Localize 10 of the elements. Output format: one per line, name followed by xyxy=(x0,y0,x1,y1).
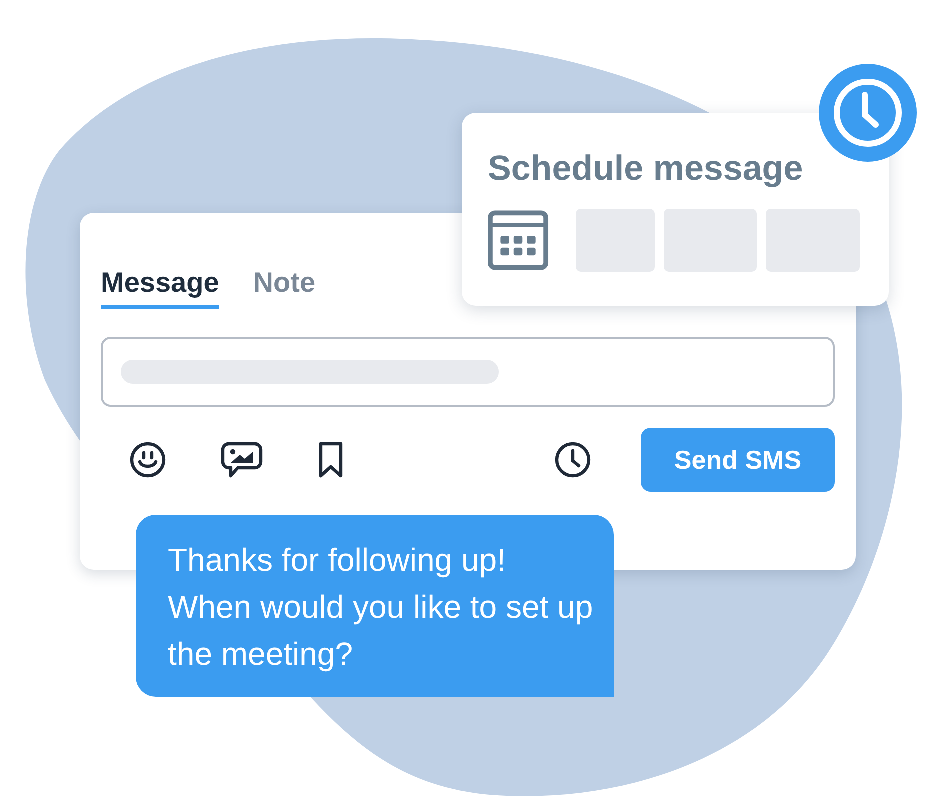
tab[interactable]: Message xyxy=(101,267,220,309)
send-sms-button[interactable]: Send SMS xyxy=(641,428,835,492)
tab[interactable]: Note xyxy=(253,267,316,309)
schedule-title: Schedule message xyxy=(488,149,804,189)
smiley-icon[interactable] xyxy=(128,440,168,480)
calendar-icon[interactable] xyxy=(488,210,549,271)
image-message-icon[interactable] xyxy=(221,440,263,480)
message-bubble: Thanks for following up! When would you like to set up the meeting? xyxy=(136,515,614,697)
clock-icon[interactable] xyxy=(553,440,593,480)
input-field[interactable] xyxy=(101,337,835,407)
